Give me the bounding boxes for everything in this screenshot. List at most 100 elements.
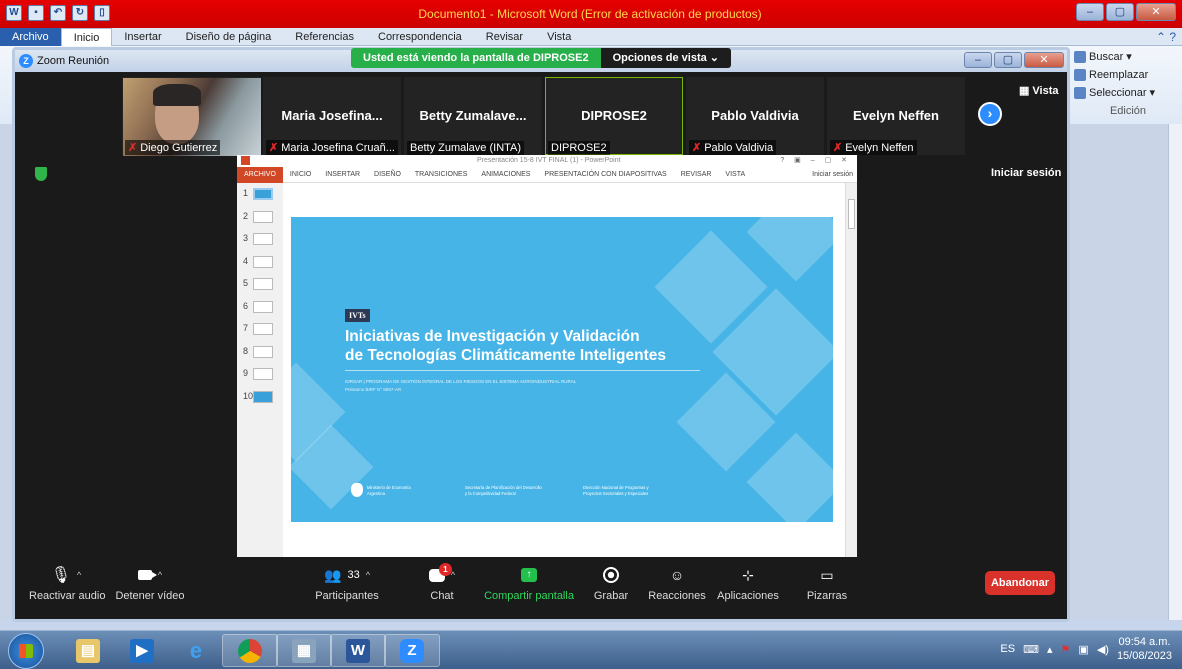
zoom-restore-button[interactable]: ▢: [994, 52, 1022, 68]
whiteboard-button[interactable]: ▭ Pizarras: [799, 563, 855, 603]
slide-number: 6: [243, 300, 249, 311]
apps-icon: ⊹: [742, 566, 754, 583]
help-icon[interactable]: ⌃ ?: [1156, 30, 1176, 44]
buscar-button[interactable]: Buscar ▾: [1074, 48, 1182, 66]
tab-revisar[interactable]: Revisar: [474, 28, 535, 46]
undo-icon[interactable]: ↶: [50, 5, 66, 21]
slide-thumbnail-pane: 1 2 3 4 5 6 7 8 9 10: [237, 183, 283, 598]
save-icon[interactable]: ▪: [28, 5, 44, 21]
sharing-indicator: Usted está viendo la pantalla de DIPROSE…: [351, 48, 601, 68]
participants-button[interactable]: 👥 33 ^ Participantes: [307, 563, 387, 603]
mic-muted-icon: ✗: [692, 142, 702, 154]
participant-display-name: Evelyn Neffen: [853, 108, 939, 123]
action-center-flag-icon[interactable]: ⚑: [1061, 643, 1071, 656]
word-icon: W: [346, 638, 370, 663]
share-screen-button[interactable]: ↑ Compartir pantalla: [479, 563, 579, 602]
reactions-label: Reacciones: [648, 590, 706, 602]
participant-tile[interactable]: ✗ Diego Gutierrez: [122, 77, 261, 156]
new-document-icon[interactable]: ▯: [94, 5, 110, 21]
word-app-icon[interactable]: W: [6, 5, 22, 21]
participant-name: Evelyn Neffen: [845, 141, 914, 154]
chevron-up-icon[interactable]: ^: [77, 570, 81, 580]
tab-referencias[interactable]: Referencias: [283, 28, 366, 46]
participant-name-tag: ✗ Diego Gutierrez: [125, 140, 221, 155]
slide-number: 5: [243, 278, 249, 288]
word-window-title: Documento1 - Microsoft Word (Error de ac…: [418, 7, 762, 21]
unmute-button[interactable]: 🎙 ^ Reactivar audio: [29, 563, 106, 602]
security-shield-icon[interactable]: [35, 167, 47, 181]
chevron-up-icon[interactable]: ^: [158, 570, 162, 580]
leave-meeting-button[interactable]: Abandonar: [985, 571, 1055, 595]
footer-direccion: Dirección Nacional de Programas y Proyec…: [583, 485, 649, 496]
seleccionar-button[interactable]: Seleccionar ▾: [1074, 84, 1182, 102]
ppt-ribbon-tabs: ARCHIVO INICIO INSERTAR DISEÑO TRANSICIO…: [237, 166, 857, 183]
slide-number: 1: [243, 188, 249, 198]
view-options-button[interactable]: Opciones de vista ⌄: [600, 48, 731, 68]
taskbar-internet-explorer[interactable]: e: [168, 634, 224, 667]
tab-correspondencia[interactable]: Correspondencia: [366, 28, 474, 46]
ppt-tab-inicio: INICIO: [289, 171, 312, 178]
calculator-icon: ▦: [292, 638, 316, 663]
show-hidden-icons-icon[interactable]: ▴: [1047, 643, 1053, 656]
word-vertical-scrollbar[interactable]: [1168, 124, 1182, 620]
participant-tile[interactable]: Evelyn Neffen ✗ Evelyn Neffen: [827, 77, 965, 155]
participant-tile-active[interactable]: DIPROSE2 DIPROSE2: [545, 77, 683, 155]
taskbar-media-player[interactable]: ▶: [114, 634, 170, 667]
language-indicator[interactable]: ES: [1000, 643, 1015, 655]
zoom-window-controls: – ▢ ✕: [964, 52, 1064, 68]
participant-tile[interactable]: Maria Josefina... ✗ Maria Josefina Cruañ.…: [263, 77, 401, 155]
apps-label: Aplicaciones: [717, 590, 779, 602]
volume-icon[interactable]: ◀): [1097, 643, 1109, 656]
close-button[interactable]: ✕: [1136, 3, 1176, 21]
zoom-close-button[interactable]: ✕: [1024, 52, 1064, 68]
network-icon[interactable]: ▣: [1078, 643, 1088, 656]
zoom-minimize-button[interactable]: –: [964, 52, 992, 68]
word-window-controls: – ▢ ✕: [1076, 3, 1176, 21]
taskbar-calculator[interactable]: ▦: [276, 634, 332, 667]
minimize-button[interactable]: –: [1076, 3, 1104, 21]
zoom-logo-icon: Z: [19, 54, 33, 68]
apps-button[interactable]: ⊹ Aplicaciones: [713, 563, 783, 603]
tab-insertar[interactable]: Insertar: [112, 28, 173, 46]
participant-name: DIPROSE2: [551, 142, 607, 154]
keyboard-icon[interactable]: ⌨: [1023, 643, 1039, 656]
chat-button[interactable]: 1 ^ Chat: [417, 562, 467, 602]
stop-video-button[interactable]: ^ Detener vídeo: [115, 563, 185, 602]
slide-thumbnail: 7: [237, 318, 283, 341]
buscar-label: Buscar ▾: [1089, 51, 1132, 63]
chevron-up-icon[interactable]: ^: [366, 570, 370, 580]
reactions-button[interactable]: ☺ Reacciones: [647, 563, 707, 602]
clock[interactable]: 09:54 a.m. 15/08/2023: [1117, 635, 1172, 663]
participant-name: Pablo Valdivia: [704, 141, 774, 154]
vista-button[interactable]: ▦ Vista: [1019, 84, 1059, 98]
slide-canvas: IVTs Iniciativas de Investigación y Vali…: [283, 183, 845, 598]
next-page-button[interactable]: ›: [978, 102, 1002, 126]
reemplazar-button[interactable]: Reemplazar: [1074, 66, 1182, 84]
share-screen-icon: ↑: [521, 568, 537, 582]
unmute-label: Reactivar audio: [29, 590, 106, 602]
iniciar-sesion-link[interactable]: Iniciar sesión: [991, 167, 1061, 179]
participant-tile[interactable]: Pablo Valdivia ✗ Pablo Valdivia: [686, 77, 824, 155]
record-button[interactable]: Grabar: [589, 563, 633, 602]
taskbar-chrome[interactable]: [222, 634, 278, 667]
mic-muted-icon: ✗: [833, 142, 843, 154]
cursor-icon: [1074, 87, 1086, 99]
slide-number: 4: [243, 255, 249, 266]
taskbar-zoom[interactable]: Z: [384, 634, 440, 667]
participant-tile[interactable]: Betty Zumalave... Betty Zumalave (INTA): [404, 77, 542, 155]
redo-icon[interactable]: ↻: [72, 5, 88, 21]
slide-thumbnail: 10: [237, 386, 283, 409]
ppt-tab-transiciones: TRANSICIONES: [414, 171, 468, 178]
restore-button[interactable]: ▢: [1106, 3, 1134, 21]
tab-vista[interactable]: Vista: [535, 28, 583, 46]
taskbar-explorer[interactable]: ▤: [60, 634, 116, 667]
ppt-tab-animaciones: ANIMACIONES: [481, 171, 531, 178]
ppt-tab-insertar: INSERTAR: [325, 171, 361, 178]
grid-icon: ▦: [1019, 85, 1030, 97]
start-button[interactable]: [8, 633, 44, 669]
tab-diseno-pagina[interactable]: Diseño de página: [174, 28, 284, 46]
participant-name: Betty Zumalave (INTA): [410, 142, 522, 154]
tab-inicio[interactable]: Inicio: [60, 27, 113, 46]
taskbar-word[interactable]: W: [330, 634, 386, 667]
tab-archivo[interactable]: Archivo: [0, 27, 61, 46]
